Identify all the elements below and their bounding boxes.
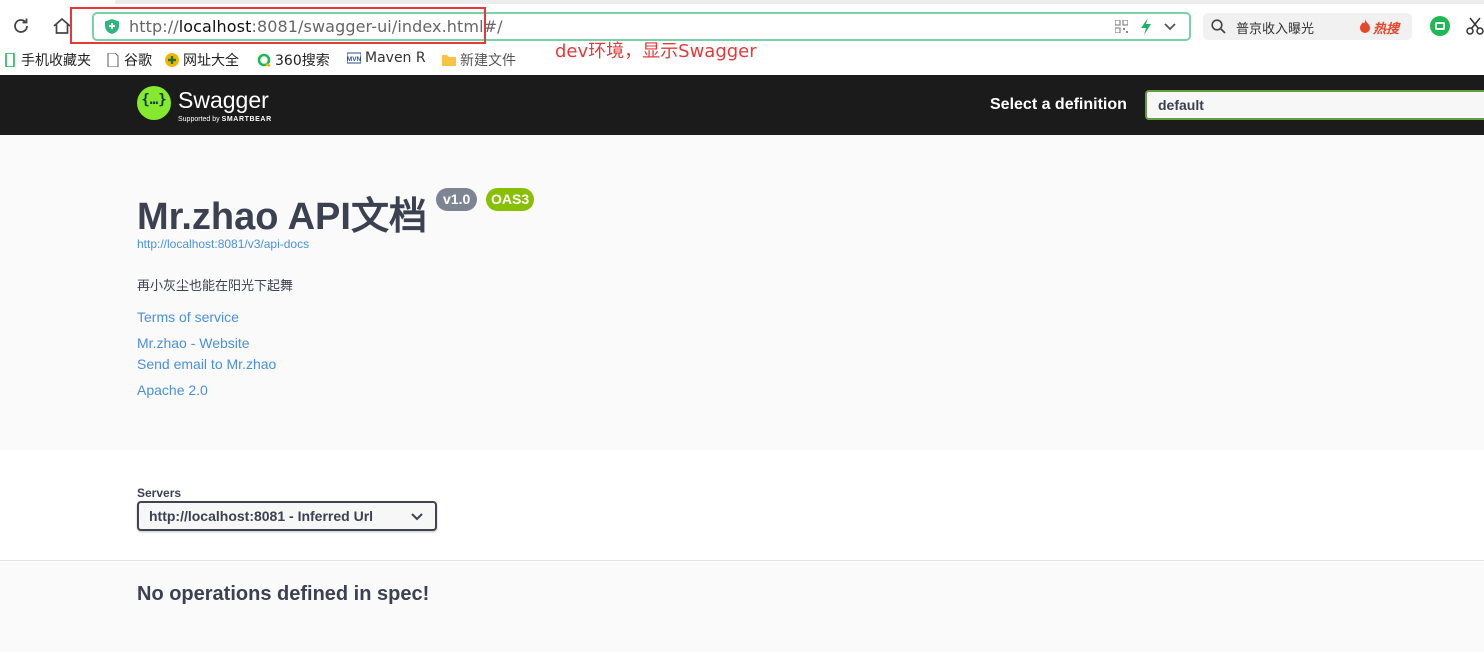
- lightning-icon[interactable]: [1139, 18, 1153, 35]
- annotation-text: dev环境，显示Swagger: [555, 41, 757, 62]
- mvn-icon: MVN: [347, 52, 361, 64]
- 360-search-icon: [257, 53, 271, 67]
- extension-green-icon[interactable]: [1430, 16, 1450, 36]
- servers-select[interactable]: http://localhost:8081 - Inferred Url: [137, 501, 437, 531]
- browser-search-box[interactable]: 普京收入曝光 热搜: [1203, 13, 1412, 40]
- swagger-topbar: {…} Swagger Supported by SMARTBEAR Selec…: [0, 75, 1484, 135]
- bookmark-item[interactable]: 新建文件: [442, 50, 516, 70]
- bookmark-item[interactable]: 360搜索: [257, 50, 330, 70]
- tab-strip: [115, 0, 1484, 4]
- definition-select[interactable]: default: [1145, 90, 1484, 120]
- bookmark-item[interactable]: 网址大全: [165, 50, 239, 70]
- annotation-highlight-box: [70, 7, 486, 44]
- terms-of-service-link[interactable]: Terms of service: [137, 309, 239, 325]
- license-link[interactable]: Apache 2.0: [137, 382, 208, 398]
- swagger-logo-word: Swagger: [178, 87, 269, 113]
- version-badge: v1.0: [436, 188, 478, 211]
- api-docs-link[interactable]: http://localhost:8081/v3/api-docs: [137, 237, 309, 251]
- api-title: Mr.zhao API文档: [137, 196, 427, 238]
- folder-icon: [442, 55, 456, 66]
- svg-text:MVN: MVN: [347, 56, 361, 63]
- oas-badge: OAS3: [486, 188, 535, 211]
- bookmark-item[interactable]: 手机收藏夹: [3, 50, 91, 70]
- api-info-section: Mr.zhao API文档 v1.0 OAS3 http://localhost…: [0, 135, 1484, 450]
- definition-select-value[interactable]: default: [1158, 97, 1204, 113]
- flame-icon: [1360, 19, 1370, 33]
- scissors-icon[interactable]: [1466, 17, 1484, 35]
- browser-chrome: http://localhost:8081/swagger-ui/index.h…: [0, 0, 1484, 75]
- phone-icon: [5, 53, 15, 67]
- qr-code-icon[interactable]: [1115, 20, 1128, 33]
- swagger-logo-icon: {…}: [137, 86, 171, 120]
- hot-search-label[interactable]: 热搜: [1373, 18, 1399, 37]
- api-description: 再小灰尘也能在阳光下起舞: [137, 278, 294, 293]
- bookmark-item[interactable]: 谷歌: [106, 50, 152, 70]
- reload-icon[interactable]: [8, 13, 34, 39]
- chevron-down-icon[interactable]: [411, 512, 423, 522]
- servers-title: Servers: [137, 486, 182, 500]
- swagger-logo[interactable]: {…} Swagger Supported by SMARTBEAR: [137, 86, 282, 126]
- servers-section: Servers http://localhost:8081 - Inferred…: [0, 450, 1484, 561]
- bookmark-item[interactable]: MVN Maven R: [347, 50, 426, 66]
- no-operations-message: No operations defined in spec!: [137, 583, 430, 605]
- site-nav-icon: [165, 53, 179, 67]
- swagger-logo-sub: Supported by SMARTBEAR: [178, 116, 272, 123]
- select-definition-label: Select a definition: [990, 96, 1127, 113]
- email-link[interactable]: Send email to Mr.zhao: [137, 356, 276, 372]
- page-icon: [107, 53, 119, 67]
- operations-section: No operations defined in spec!: [0, 562, 1484, 652]
- search-hint[interactable]: 普京收入曝光: [1236, 18, 1314, 37]
- servers-select-value[interactable]: http://localhost:8081 - Inferred Url: [149, 508, 373, 524]
- chevron-down-icon[interactable]: [1163, 20, 1177, 34]
- search-icon[interactable]: [1211, 19, 1226, 34]
- website-link[interactable]: Mr.zhao - Website: [137, 335, 250, 351]
